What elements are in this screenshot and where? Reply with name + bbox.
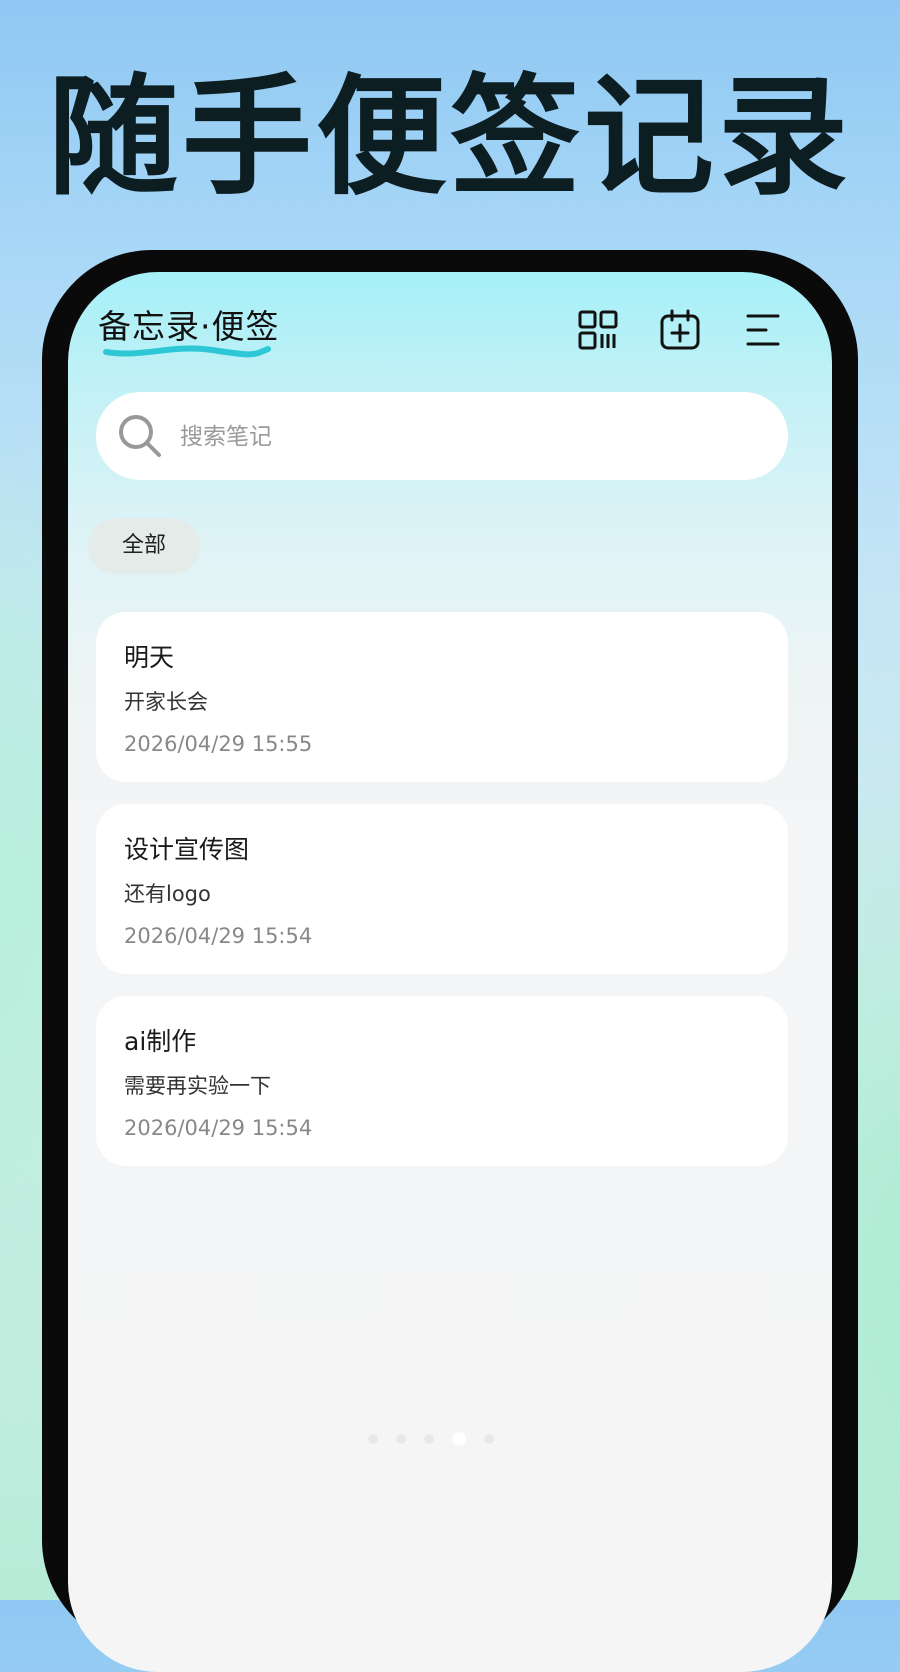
note-body: 需要再实验一下 xyxy=(124,1074,271,1098)
page-dot xyxy=(484,1434,494,1444)
page-dot xyxy=(368,1434,378,1444)
menu-icon[interactable] xyxy=(740,308,784,352)
note-card[interactable]: 设计宣传图 还有logo 2026/04/29 15:54 xyxy=(96,804,788,974)
note-card[interactable]: ai制作 需要再实验一下 2026/04/29 15:54 xyxy=(96,996,788,1166)
search-icon xyxy=(119,415,161,457)
page-dot xyxy=(424,1434,434,1444)
qr-code-icon[interactable] xyxy=(576,308,620,352)
app-screen: 备忘录·便签 搜索笔记 全部 明天 开家长会 2026/04/29 15:55 … xyxy=(68,272,832,1672)
page-dot xyxy=(396,1434,406,1444)
note-card[interactable]: 明天 开家长会 2026/04/29 15:55 xyxy=(96,612,788,782)
title-underline-decoration xyxy=(103,345,271,358)
promo-headline: 随手便签记录 xyxy=(47,61,852,213)
search-bar[interactable] xyxy=(96,392,788,480)
search-input[interactable] xyxy=(178,410,742,464)
phone-frame: 备忘录·便签 搜索笔记 全部 明天 开家长会 2026/04/29 15:55 … xyxy=(42,250,858,1672)
note-timestamp: 2026/04/29 15:54 xyxy=(124,1116,313,1140)
note-timestamp: 2026/04/29 15:55 xyxy=(124,732,313,756)
calendar-add-icon[interactable] xyxy=(658,308,702,352)
page-dot-active xyxy=(452,1432,466,1446)
note-title: 设计宣传图 xyxy=(124,835,250,864)
note-body: 还有logo xyxy=(124,882,211,906)
note-title: 明天 xyxy=(124,643,175,672)
notes-list: 明天 开家长会 2026/04/29 15:55 设计宣传图 还有logo 20… xyxy=(96,612,788,1188)
note-timestamp: 2026/04/29 15:54 xyxy=(124,924,313,948)
note-body: 开家长会 xyxy=(124,690,208,714)
category-chip-all[interactable]: 全部 xyxy=(88,518,200,574)
note-title: ai制作 xyxy=(124,1027,197,1056)
page-indicator xyxy=(368,1432,538,1446)
